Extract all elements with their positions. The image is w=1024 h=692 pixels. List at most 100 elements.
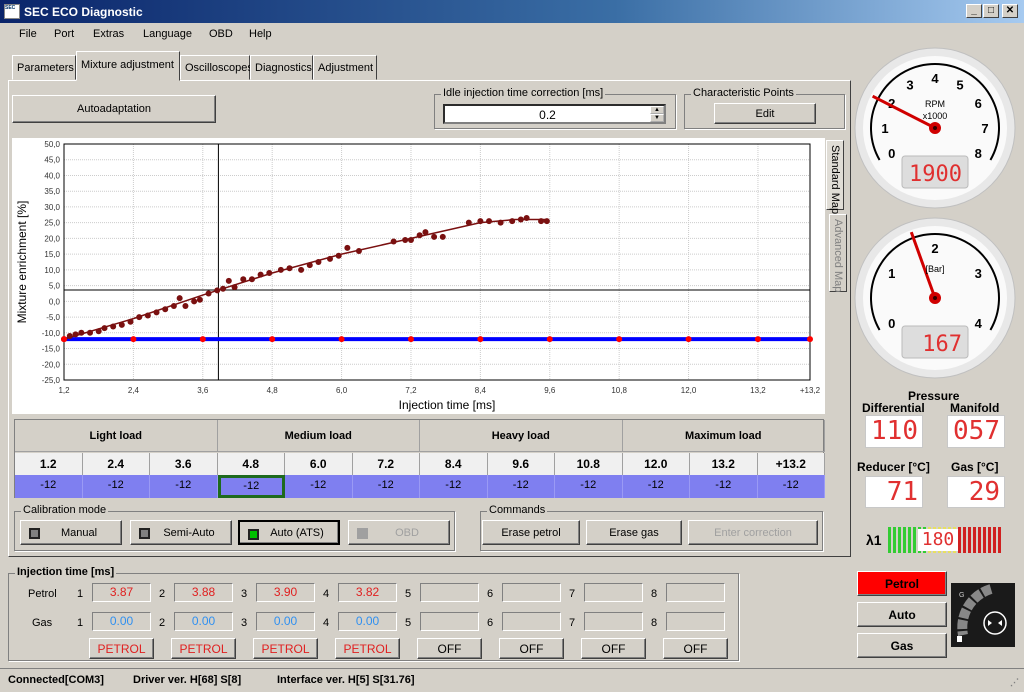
cylinder-number: 1 bbox=[77, 617, 84, 629]
injection-time-label: Injection time [ms] bbox=[15, 566, 117, 578]
menu-file[interactable]: File bbox=[19, 28, 37, 40]
map-value-cell[interactable]: -12 bbox=[757, 475, 825, 498]
load-group-header: Maximum load bbox=[622, 420, 825, 452]
cylinder-mode-button[interactable]: OFF bbox=[499, 638, 564, 659]
menu-extras[interactable]: Extras bbox=[93, 28, 124, 40]
map-point[interactable] bbox=[269, 336, 276, 343]
measured-point bbox=[176, 295, 183, 302]
tab-adjustment[interactable]: Adjustment bbox=[313, 55, 377, 80]
map-point[interactable] bbox=[616, 336, 623, 343]
x-tick-label: 4,8 bbox=[267, 386, 279, 395]
menu-obd[interactable]: OBD bbox=[209, 28, 233, 40]
measured-point bbox=[509, 218, 516, 225]
manifold-display: 057 bbox=[947, 415, 1005, 448]
measured-point bbox=[355, 247, 362, 254]
autoadaptation-button[interactable]: Autoadaptation bbox=[12, 95, 216, 123]
interface-version: Interface ver. H[5] S[31.76] bbox=[277, 674, 415, 686]
status-bar: Connected[COM3] Driver ver. H[68] S[8] I… bbox=[0, 668, 1024, 692]
calibration-mode-label: Calibration mode bbox=[21, 504, 109, 516]
cylinder-mode-button[interactable]: OFF bbox=[417, 638, 482, 659]
measured-point bbox=[110, 323, 117, 330]
map-point[interactable] bbox=[407, 336, 414, 343]
spin-up-icon[interactable]: ▲ bbox=[650, 106, 664, 114]
rpm-unit-label: RPM bbox=[925, 99, 945, 109]
calibration-semi-auto-button[interactable]: Semi-Auto bbox=[130, 520, 232, 545]
mixture-chart[interactable]: 50,0 45,0 40,0 35,0 30,0 25,0 20,0 15,0 10,0 5,0 0… bbox=[12, 138, 825, 414]
cylinder-mode-button[interactable]: OFF bbox=[663, 638, 728, 659]
lambda-segment bbox=[888, 527, 891, 553]
minimize-button[interactable]: _ bbox=[966, 4, 982, 18]
close-button[interactable]: ✕ bbox=[1002, 4, 1018, 18]
measured-point bbox=[182, 303, 189, 310]
y-axis-label: Mixture enrichment [%] bbox=[15, 201, 29, 324]
menu-language[interactable]: Language bbox=[143, 28, 192, 40]
cylinder-mode-button[interactable]: PETROL bbox=[89, 638, 154, 659]
map-point[interactable] bbox=[807, 336, 813, 343]
idle-correction-value[interactable]: 0.2 bbox=[445, 108, 650, 122]
edit-button[interactable]: Edit bbox=[714, 103, 816, 124]
map-value-cell[interactable]: -12 bbox=[82, 475, 150, 498]
gas-injection-time bbox=[584, 612, 643, 631]
map-point[interactable] bbox=[754, 336, 761, 343]
map-value-cell[interactable]: -12 bbox=[690, 475, 758, 498]
map-value-cell[interactable]: -12 bbox=[15, 475, 83, 498]
cylinder-mode-button[interactable]: PETROL bbox=[171, 638, 236, 659]
enter-correction-button[interactable]: Enter correction bbox=[688, 520, 818, 545]
petrol-mode-button[interactable]: Petrol bbox=[857, 571, 947, 596]
gauge-hub-center bbox=[933, 296, 937, 300]
cylinder-mode-button[interactable]: PETROL bbox=[253, 638, 318, 659]
map-point[interactable] bbox=[477, 336, 484, 343]
erase-petrol-button[interactable]: Erase petrol bbox=[482, 520, 580, 545]
measured-point bbox=[407, 236, 414, 243]
map-point[interactable] bbox=[61, 336, 67, 343]
lambda-segment bbox=[978, 527, 981, 553]
gas-injection-time: 0.00 bbox=[256, 612, 315, 631]
title-bar: SEC SEC ECO Diagnostic _ □ ✕ bbox=[0, 0, 1024, 23]
plot-frame bbox=[63, 143, 811, 381]
map-value-cell[interactable]: -12 bbox=[150, 475, 218, 498]
map-value-cell[interactable]: -12 bbox=[622, 475, 690, 498]
map-value-cell[interactable]: -12 bbox=[352, 475, 420, 498]
cylinder-mode-button[interactable]: OFF bbox=[581, 638, 646, 659]
map-value-cell[interactable]: -12 bbox=[420, 475, 488, 498]
tab-oscilloscopes[interactable]: Oscilloscopes bbox=[180, 55, 253, 80]
fuel-switch-widget[interactable]: G bbox=[951, 583, 1015, 647]
resize-grip-icon[interactable]: ⋰ bbox=[1010, 677, 1019, 688]
cylinder-number: 7 bbox=[569, 617, 576, 629]
map-value-cell[interactable]: -12 bbox=[217, 475, 285, 498]
injection-time-column-header: 8.4 bbox=[420, 453, 488, 475]
tab-parameters[interactable]: Parameters bbox=[12, 55, 76, 80]
cylinder-mode-button[interactable]: PETROL bbox=[335, 638, 400, 659]
maximize-button[interactable]: □ bbox=[983, 4, 999, 18]
tab-standard-map[interactable]: Standard Map bbox=[826, 140, 844, 214]
measured-point bbox=[220, 285, 227, 292]
map-value-cell[interactable]: -12 bbox=[487, 475, 555, 498]
tab-mixture-adjustment[interactable]: Mixture adjustment bbox=[76, 51, 180, 81]
tab-advanced-map[interactable]: Advanced Map bbox=[829, 214, 847, 292]
driver-version: Driver ver. H[68] S[8] bbox=[133, 674, 242, 686]
erase-gas-button[interactable]: Erase gas bbox=[586, 520, 682, 545]
calibration-obd-button[interactable]: OBD bbox=[348, 520, 450, 545]
map-value-cell[interactable]: -12 bbox=[555, 475, 623, 498]
map-point[interactable] bbox=[685, 336, 692, 343]
measured-point bbox=[422, 229, 429, 236]
gas-mode-button[interactable]: Gas bbox=[857, 633, 947, 658]
calibration-manual-button[interactable]: Manual bbox=[20, 520, 122, 545]
y-tick-label: 30,0 bbox=[44, 203, 60, 212]
gas-injection-time bbox=[502, 612, 561, 631]
tab-diagnostics[interactable]: Diagnostics bbox=[250, 55, 313, 80]
map-point[interactable] bbox=[199, 336, 206, 343]
menu-port[interactable]: Port bbox=[54, 28, 74, 40]
idle-correction-spinbox[interactable]: 0.2 ▲ ▼ bbox=[443, 104, 666, 124]
spin-down-icon[interactable]: ▼ bbox=[650, 114, 664, 122]
injection-time-column-header: 10.8 bbox=[555, 453, 623, 475]
calibration-auto-ats-button[interactable]: Auto (ATS) bbox=[238, 520, 340, 545]
map-value-cell[interactable]: -12 bbox=[285, 475, 353, 498]
cylinder-number: 5 bbox=[405, 617, 412, 629]
menu-help[interactable]: Help bbox=[249, 28, 272, 40]
gauge-tick-label: 6 bbox=[975, 96, 982, 111]
map-point[interactable] bbox=[546, 336, 553, 343]
map-point[interactable] bbox=[130, 336, 137, 343]
map-point[interactable] bbox=[338, 336, 345, 343]
auto-mode-button[interactable]: Auto bbox=[857, 602, 947, 627]
